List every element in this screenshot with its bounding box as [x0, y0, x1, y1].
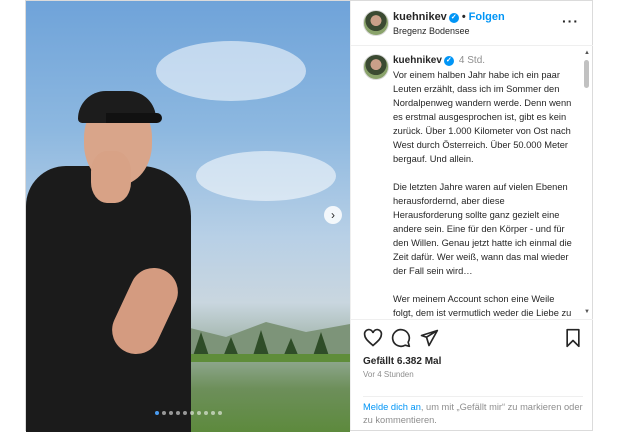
post-photo[interactable]: ›: [26, 1, 350, 432]
action-bar: Gefällt 6.382 Mal Vor 4 Stunden Melde di…: [351, 319, 593, 430]
header-username[interactable]: kuehnikev: [393, 11, 447, 23]
post-sidebar: kuehnikev ✓ • Folgen Bregenz Bodensee ··· k…: [350, 1, 593, 430]
carousel-dot: [203, 411, 208, 415]
carousel-dot: [182, 411, 187, 415]
heart-icon[interactable]: [363, 328, 383, 348]
caption-time: 4 Std.: [458, 55, 486, 66]
post-header: kuehnikev ✓ • Folgen Bregenz Bodensee ···: [351, 1, 593, 46]
caption-area: kuehnikev ✓ 4 Std. Vor einem halben Jahr h…: [351, 46, 593, 319]
location-link[interactable]: Bregenz Bodensee: [393, 26, 470, 36]
chevron-right-icon[interactable]: ›: [324, 206, 342, 224]
comment-icon[interactable]: [391, 328, 411, 348]
sky-cloud: [156, 41, 306, 101]
carousel-dot: [154, 411, 159, 415]
carousel-dot: [161, 411, 166, 415]
carousel-dot: [175, 411, 180, 415]
carousel-dot: [217, 411, 222, 415]
more-options-icon[interactable]: ···: [562, 13, 579, 29]
header-user-line: kuehnikev ✓ • Folgen: [393, 11, 505, 23]
carousel-dot: [168, 411, 173, 415]
caption-avatar[interactable]: [363, 54, 389, 80]
verified-badge-icon: ✓: [443, 56, 454, 66]
caption-text: Vor einem halben Jahr habe ich ein paar …: [393, 70, 572, 318]
share-icon[interactable]: [419, 328, 439, 348]
scroll-up-arrow-icon[interactable]: ▲: [584, 50, 590, 56]
scroll-down-arrow-icon[interactable]: ▼: [584, 309, 590, 315]
separator-dot: •: [461, 11, 466, 23]
login-prompt: Melde dich an, um mit „Gefällt mir“ zu m…: [363, 396, 583, 427]
caption-username[interactable]: kuehnikev: [393, 55, 442, 66]
carousel-dots: [26, 402, 350, 420]
caption-user-line: kuehnikev ✓ 4 Std.: [393, 55, 485, 66]
sky-cloud: [196, 151, 336, 201]
like-count[interactable]: Gefällt 6.382 Mal: [363, 356, 441, 367]
login-link[interactable]: Melde dich an: [363, 402, 421, 412]
carousel-dot: [196, 411, 201, 415]
scrollbar-thumb[interactable]: [584, 60, 589, 88]
avatar[interactable]: [363, 10, 389, 36]
bookmark-icon[interactable]: [563, 328, 583, 348]
caption-scrollbar[interactable]: ▲ ▼: [584, 50, 590, 315]
post-dialog: › kuehnikev ✓ • Folgen Bregenz Bodensee ···…: [25, 0, 593, 432]
carousel-dot: [210, 411, 215, 415]
person-cap-visor: [106, 113, 162, 123]
posted-time: Vor 4 Stunden: [363, 370, 414, 379]
verified-badge-icon: ✓: [448, 13, 459, 23]
carousel-dot: [189, 411, 194, 415]
follow-button[interactable]: Folgen: [469, 11, 505, 23]
person-hand: [91, 151, 131, 203]
